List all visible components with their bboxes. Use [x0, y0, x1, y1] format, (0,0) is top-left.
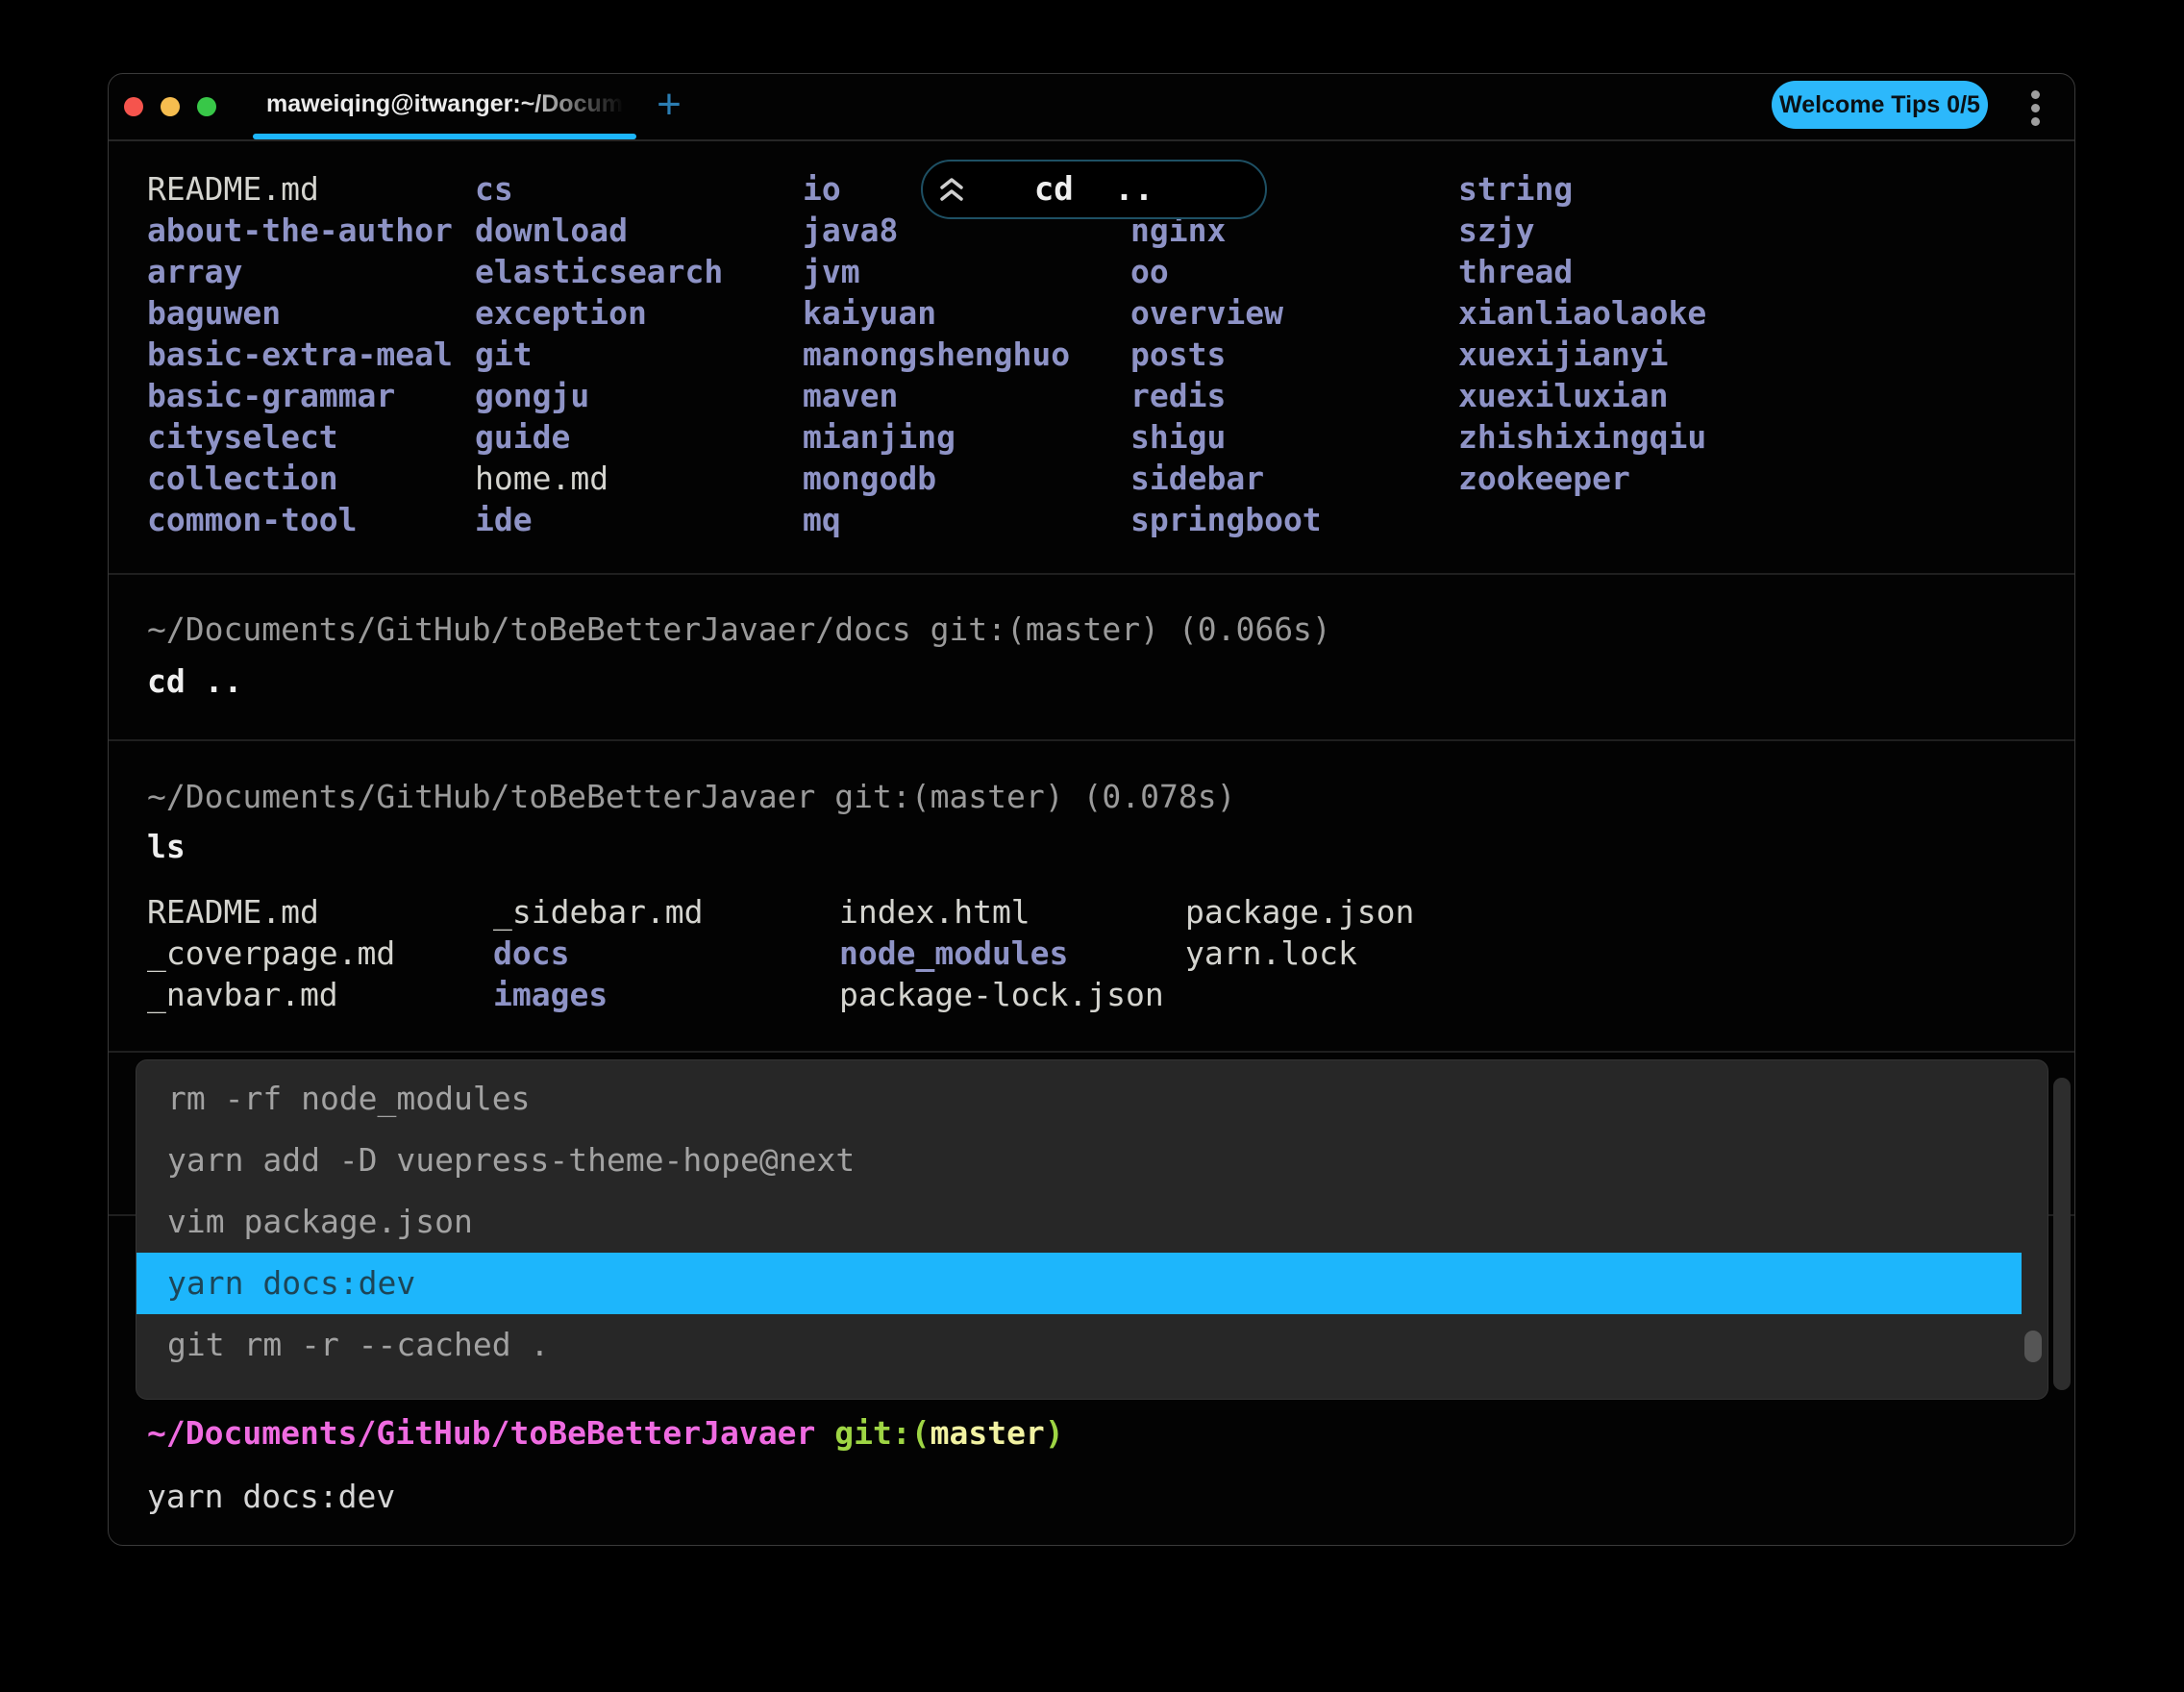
file-name: home.md — [475, 460, 609, 497]
directory-name: jvm — [803, 253, 860, 290]
listing-column: string szjy thread xianliaolaoke xuexijianyi… — [1458, 168, 1786, 540]
directory-name: kaiyuan — [803, 294, 937, 332]
directory-name: mq — [803, 501, 841, 538]
directory-name: maven — [803, 377, 899, 414]
directory-name: xuexijianyi — [1458, 336, 1669, 373]
prompt-line: ~/Documents/GitHub/toBeBetterJavaer git:… — [147, 1412, 1064, 1454]
directory-name: guide — [475, 418, 571, 456]
directory-name: thread — [1458, 253, 1574, 290]
directory-name: overview — [1130, 294, 1283, 332]
directory-name: zookeeper — [1458, 460, 1630, 497]
listing-column: index.html node_modules package-lock.json — [839, 891, 1185, 1015]
titlebar: maweiqing@itwanger:~/Docum + Welcome Tip… — [109, 74, 2074, 141]
listing-column: README.md about-the-author array baguwen bas… — [147, 168, 475, 540]
window-scrollbar-thumb[interactable] — [2053, 1078, 2071, 1390]
directory-name: redis — [1130, 377, 1227, 414]
listing-column: cs download elasticsearch exception git gongj… — [475, 168, 803, 540]
kebab-dot-icon — [2030, 104, 2040, 112]
sticky-command-label: cd .. — [1033, 170, 1154, 209]
command-history-menu: rm -rf node_modules yarn add -D vuepress-… — [136, 1059, 2048, 1400]
directory-name: xianliaolaoke — [1458, 294, 1707, 332]
history-item[interactable]: yarn add -D vuepress-theme-hope@next — [136, 1130, 2048, 1191]
kebab-dot-icon — [2030, 90, 2040, 99]
new-tab-button[interactable]: + — [647, 76, 691, 137]
directory-name: collection — [147, 460, 338, 497]
block-path-line: ~/Documents/GitHub/toBeBetterJavaer git:… — [147, 778, 1236, 815]
directory-listing-docs: README.md about-the-author array baguwen bas… — [147, 168, 1786, 540]
directory-name: mongodb — [803, 460, 937, 497]
directory-name: cs — [475, 170, 513, 208]
directory-name: array — [147, 253, 243, 290]
block-path-line: ~/Documents/GitHub/toBeBetterJavaer/docs… — [147, 610, 1331, 648]
directory-name: xuexiluxian — [1458, 377, 1669, 414]
prompt-git-close: ) — [1044, 1414, 1064, 1452]
directory-name: basic-grammar — [147, 377, 396, 414]
history-item-selected[interactable]: yarn docs:dev — [136, 1253, 2022, 1314]
block-divider — [109, 739, 2074, 741]
file-name: package-lock.json — [839, 976, 1164, 1013]
directory-name: posts — [1130, 336, 1227, 373]
directory-name: ide — [475, 501, 533, 538]
double-chevron-up-icon — [940, 178, 963, 201]
file-name: README.md — [147, 893, 319, 931]
active-tab-indicator — [253, 134, 636, 139]
terminal-window: maweiqing@itwanger:~/Docum + Welcome Tip… — [108, 73, 2075, 1546]
listing-column: README.md _coverpage.md _navbar.md — [147, 891, 493, 1015]
terminal-input[interactable]: yarn docs:dev — [147, 1476, 395, 1517]
directory-name: oo — [1130, 253, 1169, 290]
directory-name: sidebar — [1130, 460, 1265, 497]
sticky-command-pill[interactable]: cd .. — [921, 160, 1267, 219]
directory-name: baguwen — [147, 294, 282, 332]
block-divider — [109, 1051, 2074, 1053]
history-item[interactable]: rm -rf node_modules — [136, 1068, 2048, 1130]
file-name: package.json — [1185, 893, 1415, 931]
history-item[interactable]: git rm -r --cached . — [136, 1314, 2048, 1376]
directory-name: springboot — [1130, 501, 1322, 538]
directory-name: zhishixingqiu — [1458, 418, 1707, 456]
welcome-tips-button[interactable]: Welcome Tips 0/5 — [1772, 81, 1988, 129]
menu-scrollbar-thumb[interactable] — [2024, 1331, 2042, 1362]
directory-name: images — [493, 976, 608, 1013]
overflow-menu-button[interactable] — [2022, 86, 2048, 132]
directory-name: cityselect — [147, 418, 338, 456]
file-name: _coverpage.md — [147, 934, 396, 972]
close-button[interactable] — [124, 97, 143, 116]
file-name: README.md — [147, 170, 319, 208]
directory-name: node_modules — [839, 934, 1069, 972]
directory-name: exception — [475, 294, 647, 332]
directory-name: common-tool — [147, 501, 358, 538]
block-command: ls — [147, 828, 186, 865]
file-name: index.html — [839, 893, 1030, 931]
listing-column: io java8 jvm kaiyuan manongshenghuo maven mian… — [803, 168, 1130, 540]
tab-terminal[interactable]: maweiqing@itwanger:~/Docum — [253, 74, 636, 134]
file-name: yarn.lock — [1185, 934, 1357, 972]
directory-name: basic-extra-meal — [147, 336, 453, 373]
directory-name: shigu — [1130, 418, 1227, 456]
directory-name: git — [475, 336, 533, 373]
listing-column: _sidebar.md docs images — [493, 891, 839, 1015]
listing-column: nginx oo overview posts redis shigu sidebar spr… — [1130, 168, 1458, 540]
directory-name: download — [475, 212, 628, 249]
prompt-git-branch: master — [930, 1414, 1045, 1452]
minimize-button[interactable] — [161, 97, 180, 116]
file-name: _sidebar.md — [493, 893, 704, 931]
directory-name: szjy — [1458, 212, 1535, 249]
directory-name: manongshenghuo — [803, 336, 1071, 373]
directory-name: string — [1458, 170, 1574, 208]
zoom-button[interactable] — [197, 97, 216, 116]
directory-name: about-the-author — [147, 212, 453, 249]
prompt-git-open: git:( — [815, 1414, 931, 1452]
block-command: cd .. — [147, 662, 243, 700]
prompt-path: ~/Documents/GitHub/toBeBetterJavaer — [147, 1414, 816, 1452]
file-name: _navbar.md — [147, 976, 338, 1013]
directory-name: elasticsearch — [475, 253, 724, 290]
directory-name: mianjing — [803, 418, 956, 456]
history-item[interactable]: vim package.json — [136, 1191, 2048, 1253]
directory-listing-root: README.md _coverpage.md _navbar.md _sidebar… — [147, 891, 1531, 1015]
block-divider — [109, 573, 2074, 575]
directory-name: docs — [493, 934, 570, 972]
listing-column: package.json yarn.lock — [1185, 891, 1531, 1015]
kebab-dot-icon — [2030, 117, 2040, 126]
directory-name: gongju — [475, 377, 590, 414]
